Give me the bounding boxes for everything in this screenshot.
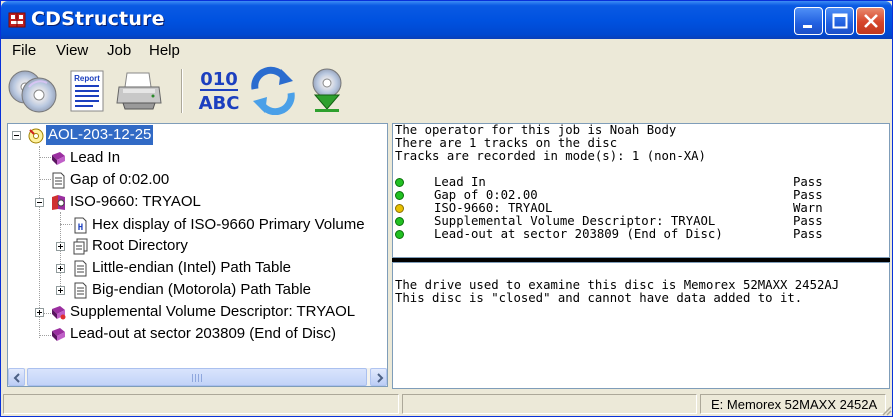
app-window: CDStructure File View Job Help Report 01… (0, 0, 893, 417)
tree-label: Root Directory (92, 237, 188, 254)
hex-document-icon: H (74, 217, 87, 234)
scroll-thumb[interactable] (27, 368, 367, 386)
status-drive-text: E: Memorex 52MAXX 2452A (711, 397, 878, 412)
tree-connector (60, 224, 72, 225)
result-name: Lead-out at sector 203809 (End of Disc) (434, 227, 723, 241)
window-title: CDStructure (31, 8, 165, 30)
status-panel-2 (402, 394, 697, 414)
tree-collapse-iso[interactable] (35, 198, 44, 207)
menu-view[interactable]: View (56, 42, 88, 59)
menu-file[interactable]: File (12, 42, 36, 59)
binary-icon-top: 010 (200, 69, 238, 90)
binary-icon-bottom: ABC (199, 93, 240, 114)
tree-label: Little-endian (Intel) Path Table (92, 259, 292, 276)
close-icon (864, 14, 878, 28)
tree-label: Supplemental Volume Descriptor: TRYAOL (70, 303, 356, 320)
refresh-icon (251, 66, 295, 115)
tree-label: Big-endian (Motorola) Path Table (92, 281, 312, 298)
result-status: Pass (793, 227, 823, 241)
report-icon-label: Report (74, 74, 100, 83)
tree-expand-little-endian[interactable] (56, 264, 65, 273)
status-bar: E: Memorex 52MAXX 2452A (1, 392, 892, 416)
drive-line: This disc is "closed" and cannot have da… (395, 291, 803, 305)
close-button[interactable] (856, 7, 885, 35)
pass-status-icon (395, 191, 404, 200)
binary-abc-icon: 010 ABC (199, 69, 240, 114)
app-icon (8, 12, 26, 28)
menu-bar: File View Job Help (1, 39, 892, 61)
document-icon (74, 260, 87, 277)
warn-status-icon (395, 204, 404, 213)
folder-documents-icon (73, 238, 88, 255)
scroll-left-button[interactable] (8, 368, 25, 386)
document-icon (74, 282, 87, 299)
tree-label: Hex display of ISO-9660 Primary Volume (92, 216, 365, 233)
book-icon (52, 328, 65, 341)
drive-info-pane[interactable]: The drive used to examine this disc is M… (392, 262, 890, 389)
book-icon (52, 152, 65, 165)
supplemental-book-icon (52, 306, 66, 320)
menu-help[interactable]: Help (149, 42, 180, 59)
pass-status-icon (395, 217, 404, 226)
tree-expand-supplemental[interactable] (35, 308, 44, 317)
pass-status-icon (395, 230, 404, 239)
tree-horizontal-scrollbar[interactable] (8, 368, 387, 386)
binary-text-button[interactable]: 010 ABC (195, 65, 247, 115)
report-button[interactable]: Report (65, 65, 117, 115)
summary-line: Tracks are recorded in mode(s): 1 (non-X… (395, 149, 706, 163)
title-bar[interactable]: CDStructure (1, 1, 892, 39)
status-panel-drive: E: Memorex 52MAXX 2452A (700, 394, 886, 414)
tree-label: Lead In (70, 149, 121, 166)
chevron-left-icon (13, 373, 20, 383)
minimize-button[interactable] (794, 7, 823, 35)
maximize-button[interactable] (825, 7, 854, 35)
refresh-button[interactable] (247, 65, 299, 115)
scroll-right-button[interactable] (370, 368, 387, 386)
structure-tree[interactable]: AOL-203-12-25 Lead In Gap of 0:02.00 ISO… (7, 123, 388, 387)
tree-collapse-root[interactable] (12, 131, 21, 140)
maximize-icon (832, 13, 848, 29)
minimize-icon (803, 25, 812, 28)
pass-status-icon (395, 178, 404, 187)
toolbar: Report 010 ABC (1, 61, 892, 121)
tree-label: Lead-out at sector 203809 (End of Disc) (70, 325, 336, 342)
menu-job[interactable]: Job (107, 42, 131, 59)
disc-root-icon (28, 128, 44, 144)
svg-text:H: H (78, 223, 83, 233)
tree-expand-root-dir[interactable] (56, 242, 65, 251)
cd-discs-icon (8, 70, 57, 113)
print-button[interactable] (115, 65, 167, 115)
tree-label: Gap of 0:02.00 (70, 171, 170, 188)
document-icon (52, 172, 65, 189)
status-panel-1 (3, 394, 399, 414)
tree-expand-big-endian[interactable] (56, 286, 65, 295)
eject-button[interactable] (305, 65, 357, 115)
job-summary-pane[interactable]: The operator for this job is Noah Body T… (392, 123, 890, 258)
resize-grip-icon[interactable] (880, 404, 892, 416)
chevron-right-icon (377, 373, 384, 383)
iso-book-icon (52, 195, 65, 210)
tree-label: AOL-203-12-25 (46, 125, 154, 145)
printer-icon (116, 72, 162, 110)
disc-download-icon (312, 68, 342, 112)
open-disc-button[interactable] (7, 65, 59, 115)
report-icon: Report (70, 70, 104, 112)
toolbar-separator (181, 69, 183, 113)
tree-label: ISO-9660: TRYAOL (70, 193, 201, 210)
